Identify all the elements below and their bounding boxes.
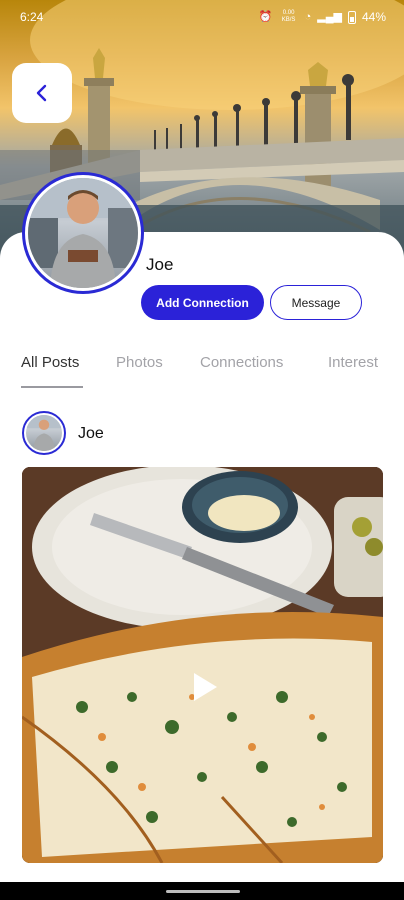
status-bar: 6:24 ⏰ 0.00 KB/S ◔ ▂▄▆ 44%: [0, 0, 404, 34]
post-author-avatar[interactable]: [22, 411, 66, 455]
battery-icon: [347, 10, 356, 24]
post-author-name[interactable]: Joe: [78, 425, 104, 443]
active-tab-indicator: [21, 386, 83, 388]
tab-connections[interactable]: Connections: [200, 354, 283, 371]
alarm-icon: ⏰: [258, 10, 273, 23]
home-indicator[interactable]: [166, 890, 240, 893]
play-icon[interactable]: [190, 670, 220, 704]
post-video[interactable]: [22, 467, 383, 863]
status-time: 6:24: [20, 10, 44, 24]
profile-name: Joe: [146, 255, 174, 274]
signal-icon: ▂▄▆: [317, 10, 342, 23]
message-button[interactable]: Message: [270, 285, 362, 320]
chevron-left-icon: [36, 84, 47, 102]
tab-interest[interactable]: Interest: [328, 354, 378, 371]
wifi-icon: ◔: [304, 10, 312, 23]
network-speed: 0.00 KB/S: [281, 10, 296, 23]
profile-avatar[interactable]: [22, 172, 144, 294]
tab-photos[interactable]: Photos: [116, 354, 163, 371]
profile-tabs: All Posts Photos Connections Interest: [0, 354, 404, 390]
tab-all-posts[interactable]: All Posts: [21, 354, 79, 371]
add-connection-button[interactable]: Add Connection: [141, 285, 264, 320]
battery-percent: 44%: [361, 10, 386, 24]
back-button[interactable]: [12, 63, 72, 123]
